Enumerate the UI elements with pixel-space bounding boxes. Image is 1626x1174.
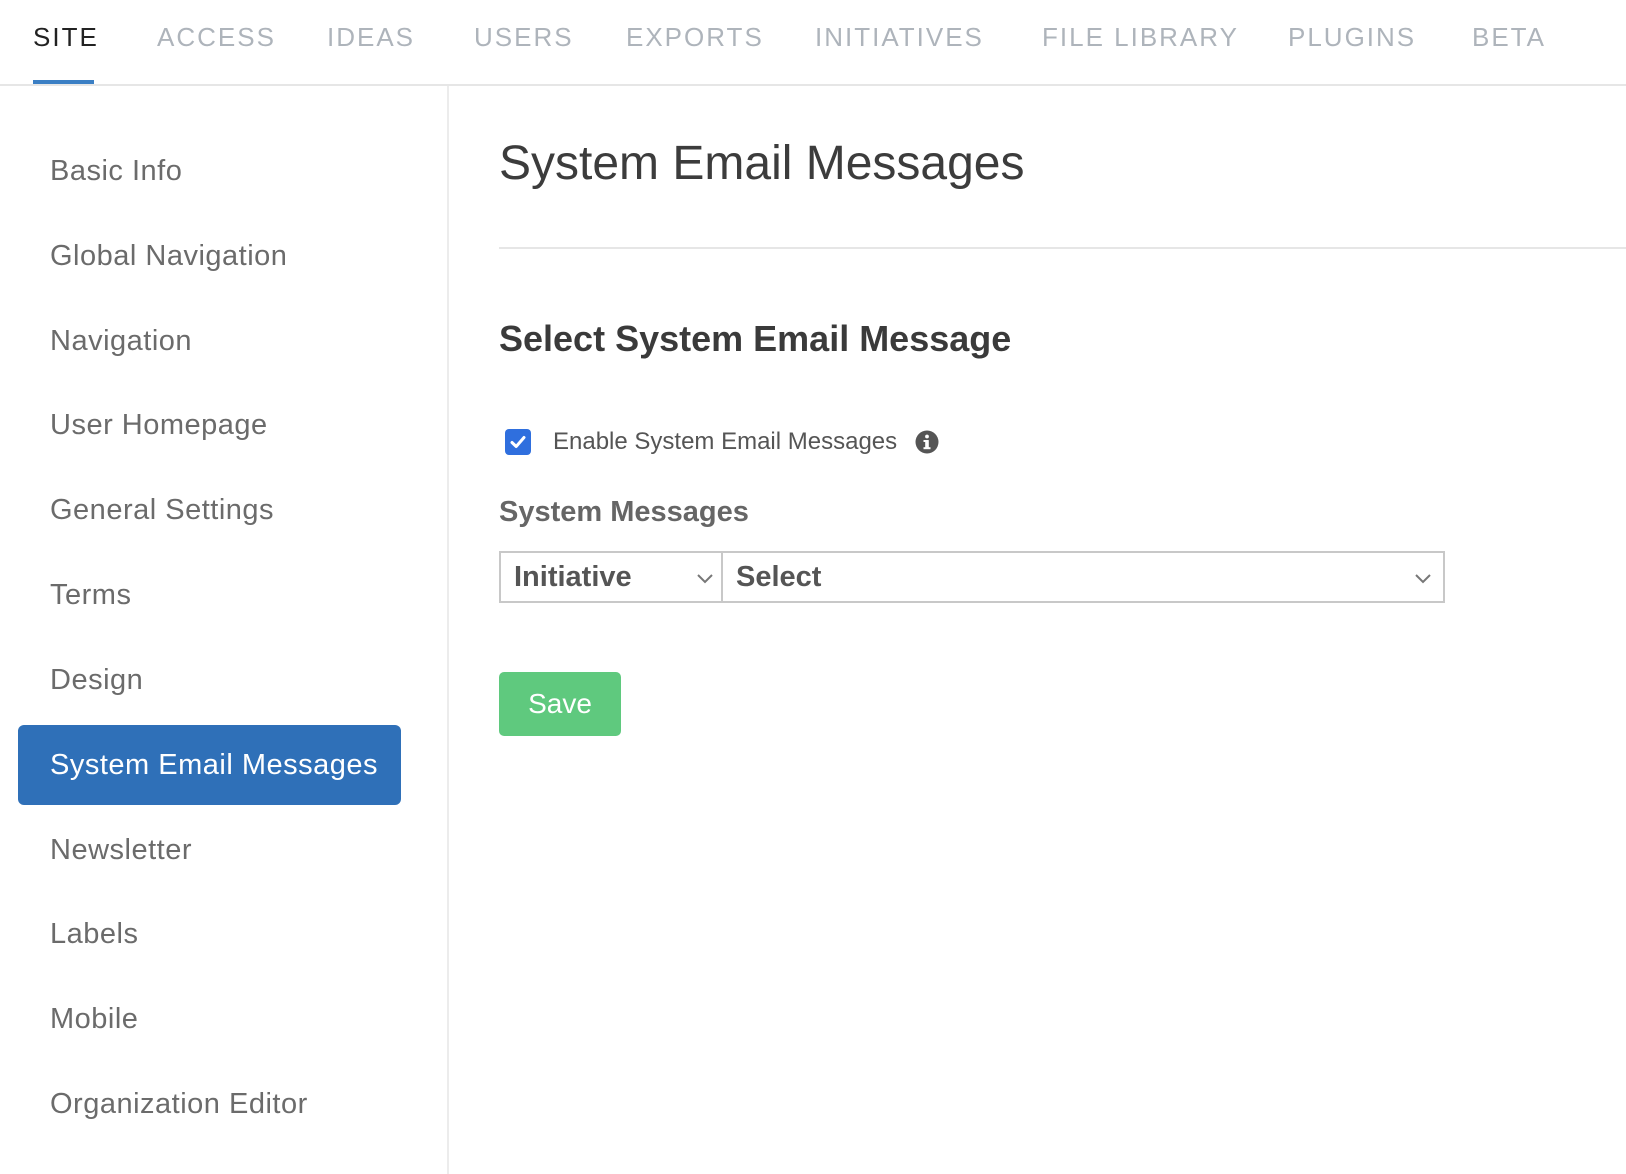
tab-plugins[interactable]: PLUGINS [1288, 22, 1416, 53]
tab-exports[interactable]: EXPORTS [626, 22, 764, 53]
sidebar-item-mobile[interactable]: Mobile [18, 979, 401, 1059]
sidebar-item-navigation[interactable]: Navigation [18, 301, 401, 381]
tab-site[interactable]: SITE [33, 22, 99, 53]
system-messages-select-group: Initiative Select [499, 551, 1445, 603]
tab-initiatives[interactable]: INITIATIVES [815, 22, 984, 53]
section-title: Select System Email Message [499, 318, 1012, 359]
page-title: System Email Messages [499, 137, 1025, 190]
sidebar-item-organization-editor[interactable]: Organization Editor [18, 1064, 401, 1144]
save-button[interactable]: Save [499, 672, 621, 736]
tab-access[interactable]: ACCESS [157, 22, 276, 53]
active-tab-indicator [33, 80, 94, 84]
tab-users[interactable]: USERS [474, 22, 574, 53]
main-content: System Email Messages Select System Emai… [449, 86, 1626, 1174]
sidebar-item-user-homepage[interactable]: User Homepage [18, 385, 401, 465]
tab-ideas[interactable]: IDEAS [327, 22, 415, 53]
system-messages-label: System Messages [499, 496, 749, 528]
enable-system-email-row: Enable System Email Messages [505, 422, 939, 462]
title-divider [499, 247, 1626, 249]
sidebar-item-labels[interactable]: Labels [18, 894, 401, 974]
sidebar-item-system-email-messages[interactable]: System Email Messages [18, 725, 401, 805]
tab-beta[interactable]: BETA [1472, 22, 1546, 53]
enable-system-email-label[interactable]: Enable System Email Messages [553, 428, 897, 456]
info-icon[interactable] [915, 430, 939, 454]
sidebar-item-newsletter[interactable]: Newsletter [18, 810, 401, 890]
chevron-down-icon [1415, 574, 1431, 584]
sidebar-item-basic-info[interactable]: Basic Info [18, 131, 401, 211]
sidebar-item-global-navigation[interactable]: Global Navigation [18, 216, 401, 296]
category-select-value: Initiative [514, 561, 632, 593]
sidebar-item-terms[interactable]: Terms [18, 555, 401, 635]
tab-file-library[interactable]: FILE LIBRARY [1042, 22, 1239, 53]
checkmark-icon [510, 436, 526, 448]
message-select-value: Select [736, 561, 822, 593]
chevron-down-icon [697, 574, 713, 584]
sidebar-item-general-settings[interactable]: General Settings [18, 470, 401, 550]
category-select[interactable]: Initiative [499, 551, 723, 603]
sidebar-item-design[interactable]: Design [18, 640, 401, 720]
enable-system-email-checkbox[interactable] [505, 429, 531, 455]
top-navigation: SITE ACCESS IDEAS USERS EXPORTS INITIATI… [0, 0, 1626, 86]
message-select[interactable]: Select [721, 551, 1445, 603]
sidebar: Basic Info Global Navigation Navigation … [0, 86, 449, 1174]
